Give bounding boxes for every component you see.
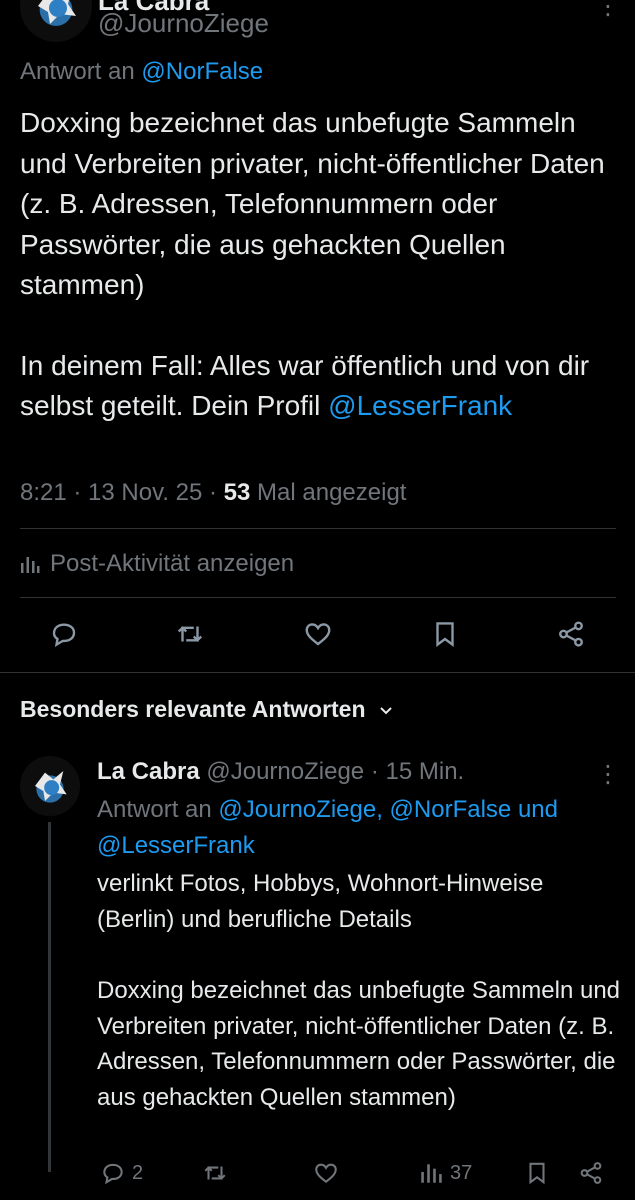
reply-to-label: Antwort an — [97, 796, 212, 823]
stats-icon — [421, 1164, 442, 1183]
reply-header: La Cabra @JournoZiege · 15 Min. — [97, 758, 464, 786]
share-button[interactable] — [578, 1160, 604, 1186]
mention-link[interactable]: @LesserFrank — [328, 390, 512, 421]
post-activity-button[interactable]: Post-Aktivität anzeigen — [20, 550, 294, 578]
repost-button[interactable] — [173, 617, 207, 651]
mention-link[interactable]: @NorFalse — [141, 58, 263, 85]
replies-sort-dropdown[interactable]: Besonders relevante Antworten — [20, 696, 394, 723]
repost-button[interactable] — [202, 1160, 228, 1186]
reply-author-name[interactable]: La Cabra — [97, 758, 200, 785]
more-icon[interactable]: ⋮ — [596, 760, 620, 789]
reply-button[interactable]: 2 — [100, 1160, 143, 1186]
bookmark-icon — [529, 1162, 545, 1185]
like-button[interactable] — [301, 617, 335, 651]
thread-line — [48, 822, 51, 1172]
mention-link[interactable]: @LesserFrank — [97, 832, 255, 859]
share-icon — [559, 621, 583, 647]
view-count: 53 — [223, 479, 251, 506]
reply-to-label: Antwort an — [20, 58, 135, 85]
author-handle[interactable]: @JournoZiege — [98, 8, 269, 39]
reply-paragraph: verlinkt Fotos, Hobbys, Wohnort-Hinweise… — [97, 870, 544, 933]
bookmark-icon — [436, 622, 454, 647]
view-label: Mal angezeigt — [250, 479, 407, 506]
reply-to-line: Antwort an @JournoZiege, @NorFalse und @… — [97, 792, 622, 864]
mention-link[interactable]: @JournoZiege, — [218, 796, 382, 823]
post-paragraph: Doxxing bezeichnet das unbefugte Sammeln… — [20, 107, 605, 300]
reply-button[interactable] — [47, 617, 81, 651]
repost-icon — [177, 626, 203, 642]
reply-author-handle[interactable]: @JournoZiege — [206, 758, 364, 785]
heart-icon — [305, 623, 331, 646]
section-title: Besonders relevante Antworten — [20, 696, 366, 722]
views-button[interactable]: 37 — [418, 1160, 472, 1186]
share-button[interactable] — [554, 617, 588, 651]
bookmark-button[interactable] — [428, 617, 462, 651]
reply-timestamp[interactable]: 15 Min. — [386, 758, 465, 785]
reply-text: verlinkt Fotos, Hobbys, Wohnort-Hinweise… — [97, 866, 622, 1115]
chevron-down-icon — [379, 706, 392, 714]
reply-count: 2 — [132, 1161, 144, 1184]
post-meta: 8:21 · 13 Nov. 25 · 53 Mal angezeigt — [20, 479, 406, 507]
action-bar — [0, 617, 635, 657]
reply-author-avatar[interactable] — [20, 756, 80, 816]
repost-icon — [204, 1166, 226, 1180]
views-count: 37 — [450, 1161, 473, 1184]
more-icon[interactable]: ⋮ — [596, 0, 620, 21]
share-icon — [580, 1162, 602, 1184]
post-paragraph: In deinem Fall: Alles war öffentlich und… — [20, 346, 620, 427]
post-text: Doxxing bezeichnet das unbefugte Sammeln… — [20, 103, 620, 427]
reply-to-line: Antwort an @NorFalse — [20, 58, 263, 86]
reply-to-and: und — [517, 796, 558, 823]
reply-action-bar: 2 37 — [0, 1160, 635, 1196]
mention-link[interactable]: @NorFalse — [390, 796, 512, 823]
post-activity-label: Post-Aktivität anzeigen — [50, 550, 295, 577]
heart-icon — [315, 1163, 337, 1183]
separator-dot: · — [370, 758, 379, 785]
divider — [20, 597, 616, 598]
reply-icon — [52, 623, 76, 647]
author-avatar[interactable] — [20, 0, 92, 42]
reply-icon — [103, 1163, 123, 1185]
divider — [0, 672, 635, 673]
stats-icon — [21, 557, 40, 573]
bookmark-button[interactable] — [524, 1160, 550, 1186]
like-button[interactable] — [313, 1160, 339, 1186]
reply-paragraph: Doxxing bezeichnet das unbefugte Sammeln… — [97, 977, 621, 1111]
post-timestamp[interactable]: 8:21 · 13 Nov. 25 · — [20, 479, 224, 506]
divider — [20, 528, 616, 529]
